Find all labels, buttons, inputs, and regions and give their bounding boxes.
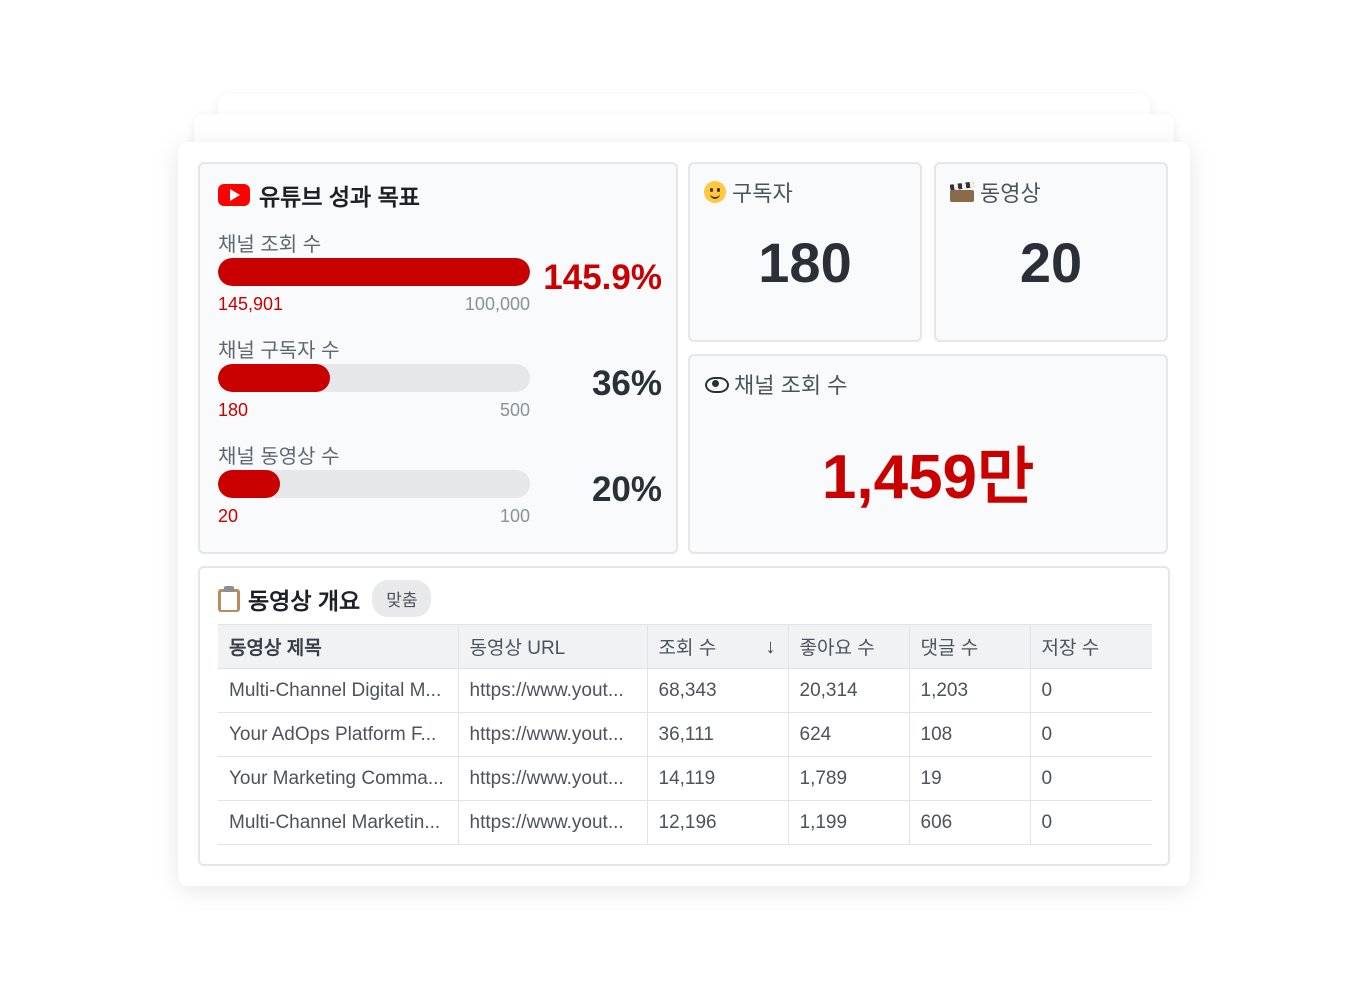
stat-label: 동영상 (980, 181, 1041, 206)
goals-title: 유튜브 성과 목표 (218, 178, 420, 212)
stat-header: 동영상 (949, 176, 1041, 208)
overview-title: 동영상 개요 맞춤 (218, 580, 432, 617)
clipboard-icon (218, 585, 240, 612)
overview-title-text: 동영상 개요 (248, 587, 361, 614)
column-header-comments[interactable]: 댓글 수 (908, 624, 1031, 669)
cell-likes[interactable]: 1,199 (787, 800, 910, 845)
cell-comments[interactable]: 108 (908, 712, 1031, 757)
cell-comments[interactable]: 606 (908, 800, 1031, 845)
eye-icon (704, 373, 729, 395)
goal-label: 채널 조회 수 (218, 234, 322, 256)
cell-title[interactable]: Your Marketing Comma... (218, 756, 459, 801)
cell-url[interactable]: https://www.yout... (457, 668, 648, 713)
cell-views[interactable]: 14,119 (646, 756, 789, 801)
smiling-face-icon (704, 181, 726, 203)
progress-bar (218, 470, 530, 498)
table-row[interactable]: Multi-Channel Marketin... https://www.yo… (218, 800, 1152, 845)
goal-label: 채널 구독자 수 (218, 340, 340, 362)
stat-label: 구독자 (732, 181, 793, 206)
goal-channel-subscribers: 채널 구독자 수 180 500 36% (218, 334, 662, 424)
youtube-icon (218, 184, 250, 206)
video-overview-panel: 동영상 개요 맞춤 동영상 제목 동영상 URL 조회 수 ↓ 좋아요 수 댓글… (198, 566, 1170, 866)
progress-bar-fill (218, 470, 281, 498)
view-tag[interactable]: 맞춤 (372, 580, 432, 617)
stat-label: 채널 조회 수 (734, 373, 848, 398)
stat-value: 1,459만 (821, 443, 1035, 512)
column-header-saves[interactable]: 저장 수 (1029, 624, 1152, 669)
stat-value: 180 (758, 231, 852, 294)
goals-title-text: 유튜브 성과 목표 (259, 184, 420, 210)
channel-views-stat-card: 채널 조회 수 1,459만 (688, 354, 1168, 554)
cell-views[interactable]: 12,196 (646, 800, 789, 845)
column-header-title[interactable]: 동영상 제목 (218, 624, 459, 669)
cell-saves[interactable]: 0 (1029, 712, 1152, 757)
cell-likes[interactable]: 20,314 (787, 668, 910, 713)
cell-likes[interactable]: 624 (787, 712, 910, 757)
dashboard-card: 유튜브 성과 목표 채널 조회 수 145,901 100,000 145.9%… (178, 142, 1190, 886)
cell-comments[interactable]: 1,203 (908, 668, 1031, 713)
goal-channel-views: 채널 조회 수 145,901 100,000 145.9% (218, 228, 662, 318)
goal-target-value: 500 (499, 400, 530, 420)
cell-url[interactable]: https://www.yout... (457, 800, 648, 845)
cell-likes[interactable]: 1,789 (787, 756, 910, 801)
stat-header: 구독자 (704, 176, 793, 208)
cell-views[interactable]: 36,111 (646, 712, 789, 757)
goal-target-value: 100 (499, 506, 530, 526)
column-header-likes[interactable]: 좋아요 수 (787, 624, 910, 669)
table-row[interactable]: Your AdOps Platform F... https://www.you… (218, 712, 1152, 757)
goal-label: 채널 동영상 수 (218, 446, 340, 468)
cell-saves[interactable]: 0 (1029, 756, 1152, 801)
cell-url[interactable]: https://www.yout... (457, 756, 648, 801)
cell-title[interactable]: Multi-Channel Marketin... (218, 800, 459, 845)
progress-bar-fill (218, 258, 530, 286)
goal-target-value: 100,000 (464, 294, 530, 314)
goal-percent: 20% (591, 470, 662, 509)
sort-descending-icon[interactable]: ↓ (766, 636, 776, 659)
table-header-row: 동영상 제목 동영상 URL 조회 수 ↓ 좋아요 수 댓글 수 저장 수 (218, 624, 1152, 669)
table-row[interactable]: Multi-Channel Digital M... https://www.y… (218, 668, 1152, 713)
cell-title[interactable]: Your AdOps Platform F... (218, 712, 459, 757)
goal-current-value: 180 (218, 400, 249, 420)
cell-views[interactable]: 68,343 (646, 668, 789, 713)
goal-channel-videos: 채널 동영상 수 20 100 20% (218, 440, 662, 530)
cell-saves[interactable]: 0 (1029, 800, 1152, 845)
cell-title[interactable]: Multi-Channel Digital M... (218, 668, 459, 713)
video-table: 동영상 제목 동영상 URL 조회 수 ↓ 좋아요 수 댓글 수 저장 수 Mu… (218, 624, 1152, 845)
cell-saves[interactable]: 0 (1029, 668, 1152, 713)
column-header-url[interactable]: 동영상 URL (457, 624, 648, 669)
subscribers-stat-card: 구독자 180 (688, 162, 922, 342)
column-header-label: 조회 수 (658, 638, 717, 659)
goal-current-value: 20 (218, 506, 239, 526)
table-row[interactable]: Your Marketing Comma... https://www.yout… (218, 756, 1152, 801)
goal-percent: 36% (591, 364, 662, 403)
stat-value: 20 (1019, 231, 1083, 294)
cell-comments[interactable]: 19 (908, 756, 1031, 801)
videos-stat-card: 동영상 20 (934, 162, 1168, 342)
progress-bar (218, 258, 530, 286)
progress-bar-fill (218, 364, 331, 392)
goal-percent: 145.9% (543, 258, 662, 297)
goal-current-value: 145,901 (218, 294, 284, 314)
cell-url[interactable]: https://www.yout... (457, 712, 648, 757)
film-icon (949, 181, 975, 202)
stat-header: 채널 조회 수 (704, 368, 847, 400)
column-header-views[interactable]: 조회 수 ↓ (646, 624, 789, 669)
youtube-goals-panel: 유튜브 성과 목표 채널 조회 수 145,901 100,000 145.9%… (198, 162, 678, 554)
progress-bar (218, 364, 530, 392)
